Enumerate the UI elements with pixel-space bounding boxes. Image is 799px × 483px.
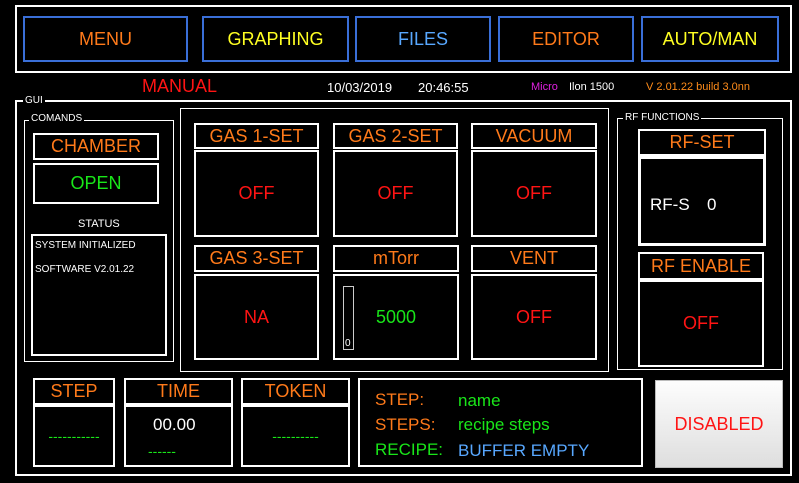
files-button[interactable]: FILES — [355, 16, 491, 62]
info-step-label: STEP: — [375, 390, 425, 409]
status-line: SOFTWARE V2.01.22 — [35, 264, 135, 275]
vent-label: VENT — [471, 245, 597, 272]
date-display: 10/03/2019 — [327, 80, 393, 95]
chamber-label: CHAMBER — [33, 133, 159, 160]
token-value: ---------- — [241, 405, 350, 467]
status-log: SYSTEM INITIALIZED SOFTWARE V2.01.22 — [31, 234, 167, 356]
status-label: STATUS — [78, 218, 120, 230]
gas1-set-button[interactable]: OFF — [194, 150, 319, 237]
rf-enable-label: RF ENABLE — [638, 252, 764, 280]
time-box: 00.00 ------ — [124, 405, 233, 467]
status-line: SYSTEM INITIALIZED — [35, 240, 136, 251]
rf-set-label: RF-SET — [638, 129, 766, 156]
gas3-set-label: GAS 3-SET — [194, 245, 319, 272]
step-value: ----------- — [33, 405, 115, 467]
info-steps-label: STEPS: — [375, 415, 436, 434]
graphing-button[interactable]: GRAPHING — [202, 16, 349, 62]
mtorr-bar-value: 0 — [345, 338, 351, 349]
vent-button[interactable]: OFF — [471, 274, 597, 360]
mtorr-level-bar: 0 — [343, 286, 354, 350]
step-label: STEP — [33, 378, 115, 405]
gui-group-label: GUI — [23, 95, 45, 106]
time-display: 20:46:55 — [418, 80, 469, 95]
vacuum-label: VACUUM — [471, 123, 597, 149]
mode-indicator: MANUAL — [142, 76, 218, 96]
brand-model: Ilon 1500 — [569, 81, 615, 93]
menu-button[interactable]: MENU — [23, 16, 188, 62]
mtorr-label: mTorr — [333, 245, 459, 272]
auto-man-button[interactable]: AUTO/MAN — [641, 16, 779, 62]
info-steps-value: recipe steps — [458, 415, 550, 434]
rf-set-value: 0 — [707, 195, 717, 214]
rf-set-prefix: RF-S — [650, 195, 690, 214]
gas3-set-button[interactable]: NA — [194, 274, 319, 360]
disabled-button[interactable]: DISABLED — [655, 380, 783, 468]
info-recipe-label: RECIPE: — [375, 440, 444, 459]
chamber-open-button[interactable]: OPEN — [33, 163, 159, 204]
rf-set-display[interactable]: RF-S 0 — [638, 156, 766, 246]
commands-group-label: COMANDS — [29, 113, 85, 124]
mtorr-value: 5000 — [375, 306, 417, 327]
gas1-set-label: GAS 1-SET — [194, 123, 319, 149]
brand-micro: Micro — [531, 81, 558, 93]
rf-enable-button[interactable]: OFF — [638, 280, 764, 367]
rf-functions-group-label: RF FUNCTIONS — [623, 112, 702, 123]
time-sub: ------ — [148, 443, 176, 459]
time-label: TIME — [124, 378, 233, 405]
version-label: V 2.01.22 build 3.0nn — [646, 81, 750, 93]
vacuum-button[interactable]: OFF — [471, 150, 597, 237]
gas2-set-button[interactable]: OFF — [333, 150, 458, 237]
token-label: TOKEN — [241, 378, 350, 405]
info-recipe-value: BUFFER EMPTY — [458, 441, 590, 460]
time-value: 00.00 — [153, 415, 196, 434]
editor-button[interactable]: EDITOR — [498, 16, 634, 62]
gas2-set-label: GAS 2-SET — [333, 123, 458, 149]
info-step-value: name — [458, 391, 501, 410]
